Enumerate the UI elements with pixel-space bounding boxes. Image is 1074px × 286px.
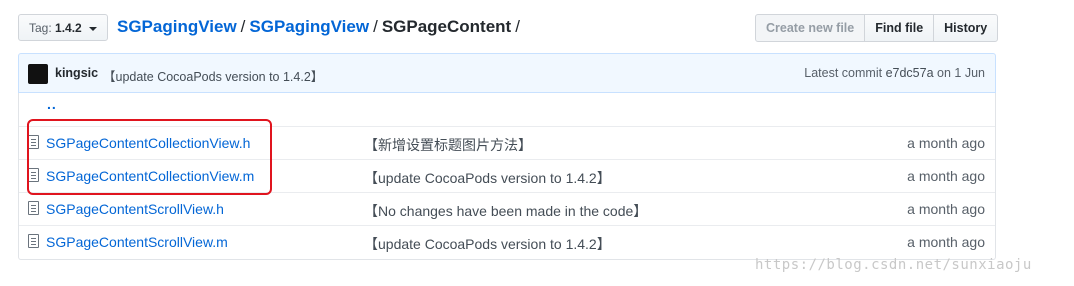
find-file-button[interactable]: Find file — [864, 14, 935, 42]
commit-author[interactable]: kingsic — [55, 66, 98, 80]
breadcrumb: SGPagingView / SGPagingView / SGPageContent / — [117, 16, 524, 38]
commit-message[interactable]: 【update CocoaPods version to 1.4.2】 — [103, 66, 323, 85]
table-row: SGPageContentScrollView.m 【update CocoaP… — [19, 225, 995, 258]
parent-directory-link[interactable]: .. — [47, 96, 57, 112]
file-name-link[interactable]: SGPageContentScrollView.h — [46, 201, 224, 217]
file-icon — [28, 201, 39, 215]
file-commit-message[interactable]: 【新增设置标题图片方法】 — [364, 135, 532, 155]
file-age: a month ago — [907, 201, 985, 217]
file-age: a month ago — [907, 135, 985, 151]
breadcrumb-folder-link[interactable]: SGPagingView — [249, 17, 369, 36]
latest-commit-label: Latest commit — [804, 66, 883, 80]
file-icon — [28, 234, 39, 248]
tag-label: Tag: — [29, 21, 52, 35]
file-age: a month ago — [907, 168, 985, 184]
create-new-file-button[interactable]: Create new file — [755, 14, 866, 42]
file-commit-message[interactable]: 【update CocoaPods version to 1.4.2】 — [364, 234, 611, 254]
breadcrumb-separator: / — [515, 17, 520, 36]
file-name-link[interactable]: SGPageContentScrollView.m — [46, 234, 228, 250]
commit-sha-link[interactable]: e7dc57a — [886, 66, 934, 80]
commit-date: on 1 Jun — [937, 66, 985, 80]
file-commit-message[interactable]: 【update CocoaPods version to 1.4.2】 — [364, 168, 611, 188]
file-actions: Create new file Find file History — [755, 14, 999, 42]
watermark: https://blog.csdn.net/sunxiaoju — [755, 257, 1032, 273]
repo-header: Tag: 1.4.2 SGPagingView / SGPagingView / SGP… — [18, 13, 999, 43]
breadcrumb-separator: / — [373, 17, 378, 36]
file-age: a month ago — [907, 234, 985, 250]
latest-commit-bar: kingsic 【update CocoaPods version to 1.4… — [18, 53, 996, 93]
breadcrumb-repo-link[interactable]: SGPagingView — [117, 17, 237, 36]
breadcrumb-current: SGPageContent — [381, 17, 512, 36]
latest-commit-info: Latest commit e7dc57a on 1 Jun — [804, 66, 985, 80]
avatar[interactable] — [28, 64, 48, 84]
highlight-annotation-box — [27, 119, 272, 195]
table-row: SGPageContentScrollView.h 【No changes ha… — [19, 192, 995, 225]
history-button[interactable]: History — [933, 14, 999, 42]
chevron-down-icon — [89, 26, 98, 31]
file-commit-message[interactable]: 【No changes have been made in the code】 — [364, 201, 647, 221]
breadcrumb-separator: / — [240, 17, 246, 36]
tag-value: 1.4.2 — [55, 21, 82, 35]
tag-switcher-button[interactable]: Tag: 1.4.2 — [18, 14, 109, 41]
